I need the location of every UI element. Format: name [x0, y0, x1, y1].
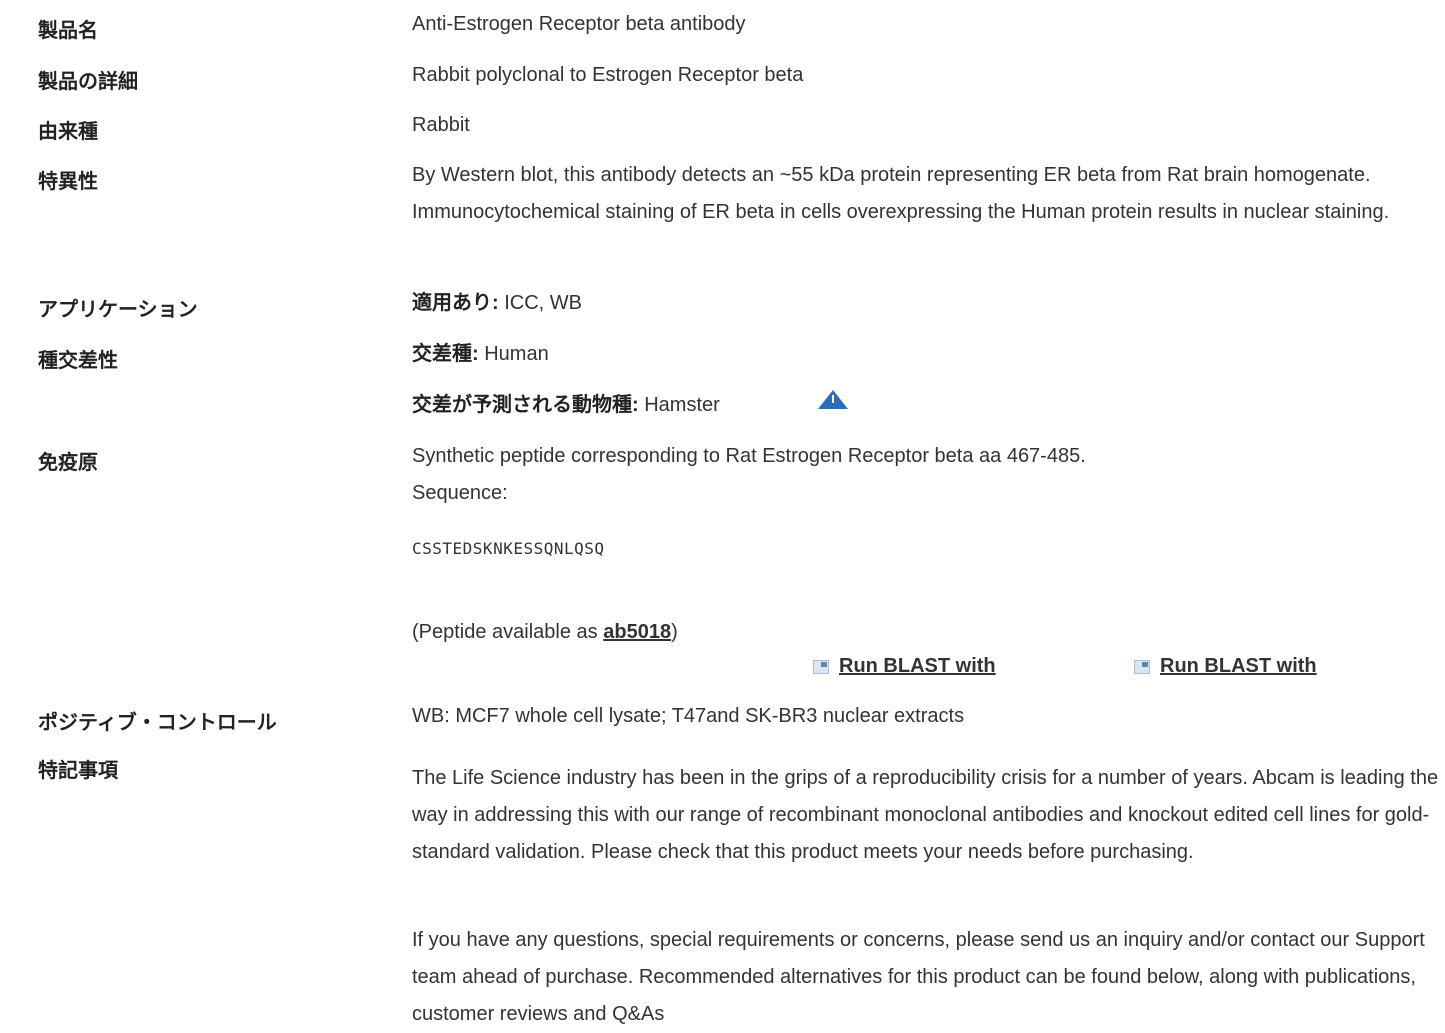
immunogen-sequence-label: Sequence: — [412, 482, 508, 504]
applications-prefix: 適用あり: — [412, 292, 499, 314]
external-link-icon — [1134, 659, 1150, 674]
label-positive-control: ポジティブ・コントロール — [38, 712, 277, 734]
label-specificity: 特異性 — [38, 171, 98, 193]
label-product-detail: 製品の詳細 — [38, 71, 138, 93]
reactivity-prefix: 交差種: — [412, 343, 479, 365]
peptide-availability: (Peptide available as ab5018) — [412, 614, 678, 651]
label-host: 由来種 — [38, 121, 98, 143]
external-link-icon — [813, 659, 829, 674]
immunogen-description: Synthetic peptide corresponding to Rat E… — [412, 445, 1086, 467]
reactivity-species: Human — [478, 343, 549, 365]
peptide-post-text: ) — [671, 621, 678, 643]
predicted-species: Hamster — [638, 394, 720, 416]
applications-list: ICC, WB — [498, 292, 583, 314]
value-predicted-reactivity: 交差が予測される動物種: Hamster — [412, 387, 720, 424]
value-product-name: Anti-Estrogen Receptor beta antibody — [412, 13, 746, 35]
notes-paragraph-1: The Life Science industry has been in th… — [412, 767, 1439, 863]
peptide-pre-text: (Peptide available as — [412, 621, 604, 643]
label-product-name: 製品名 — [38, 20, 98, 42]
value-applications: 適用あり: ICC, WB — [412, 285, 582, 322]
label-applications: アプリケーション — [38, 299, 198, 321]
value-product-detail: Rabbit polyclonal to Estrogen Receptor b… — [412, 64, 804, 86]
warning-triangle-icon[interactable] — [818, 390, 848, 409]
label-reactivity: 種交差性 — [38, 350, 118, 372]
value-specificity: By Western blot, this antibody detects a… — [412, 164, 1390, 223]
run-blast-label-1: Run BLAST with — [839, 655, 996, 677]
value-reactivity: 交差種: Human — [412, 336, 549, 373]
value-host: Rabbit — [412, 114, 470, 136]
run-blast-button-2[interactable]: Run BLAST with — [1134, 655, 1317, 678]
run-blast-button-1[interactable]: Run BLAST with — [813, 655, 996, 678]
peptide-link[interactable]: ab5018 — [603, 621, 671, 643]
notes-paragraph-2: If you have any questions, special requi… — [412, 929, 1425, 1025]
value-positive-control: WB: MCF7 whole cell lysate; T47and SK-BR… — [412, 705, 965, 727]
label-notes: 特記事項 — [38, 760, 118, 782]
predicted-prefix: 交差が予測される動物種: — [412, 394, 639, 416]
label-immunogen: 免疫原 — [38, 452, 98, 474]
immunogen-sequence: CSSTEDSKNKESSQNLQSQ — [412, 539, 605, 558]
run-blast-label-2: Run BLAST with — [1160, 655, 1317, 677]
